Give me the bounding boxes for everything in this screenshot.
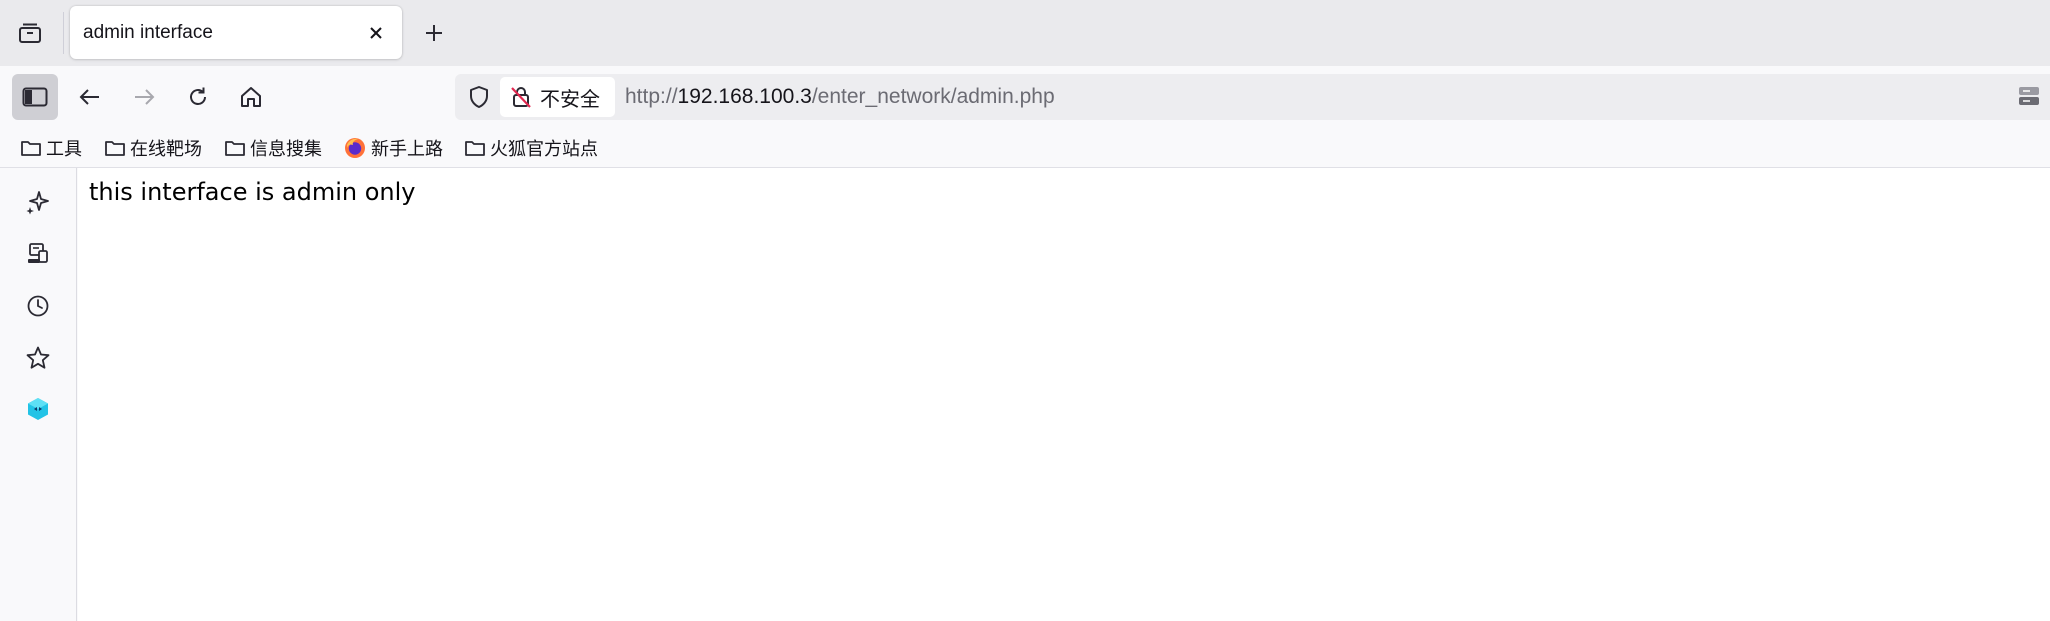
history-icon [27,295,49,317]
close-icon [370,27,382,39]
forward-button[interactable] [121,74,167,120]
security-label: 不安全 [540,88,600,111]
extension-button[interactable] [2014,81,2044,111]
site-security-button[interactable]: 不安全 [500,77,615,117]
folder-icon [20,138,42,158]
tab-close-button[interactable] [362,19,390,47]
bookmark-label: 在线靶场 [130,139,202,159]
bookmark-firefox-official-folder[interactable]: 火狐官方站点 [460,131,604,165]
url-host: 192.168.100.3 [677,85,812,108]
bookmark-tools-folder[interactable]: 工具 [16,131,88,165]
bookmarks-button[interactable] [19,339,57,377]
bookmark-info-gathering-folder[interactable]: 信息搜集 [220,131,328,165]
extension-sidebar-button[interactable] [19,390,57,428]
bookmark-label: 工具 [46,139,82,159]
page-content: this interface is admin only [78,168,2050,621]
history-button[interactable] [19,287,57,325]
navigation-toolbar: 不安全 http://192.168.100.3/enter_network/a… [0,66,2050,128]
extension-cube-icon [28,398,48,420]
tab-separator [63,12,64,54]
url-text[interactable]: http://192.168.100.3/enter_network/admin… [625,74,1055,120]
folder-icon [224,138,246,158]
sidebar-toggle-button[interactable] [12,74,58,120]
tracking-protection-button[interactable] [461,79,497,115]
bookmark-label: 信息搜集 [250,139,322,159]
bookmarks-star-icon [26,346,50,369]
folder-icon [104,138,126,158]
tab-list-icon [19,23,41,43]
url-path: /enter_network/admin.php [811,85,1055,108]
insecure-lock-icon [511,87,531,108]
home-icon [241,87,261,107]
bookmarks-toolbar: 工具 在线靶场 信息搜集 新手上路 火狐官方站点 [0,128,2050,168]
ai-chatbot-button[interactable] [19,183,57,221]
plus-icon [426,25,442,41]
sidebar-toggle-icon [22,87,48,107]
list-all-tabs-button[interactable] [12,17,48,49]
firefox-icon [343,136,367,160]
reload-icon [190,87,206,105]
reload-button[interactable] [175,74,221,120]
ai-sparkle-icon [26,191,49,215]
tab-strip: admin interface [0,0,2050,66]
new-tab-button[interactable] [417,16,451,50]
folder-icon [464,138,486,158]
page-message: this interface is admin only [89,178,416,206]
bookmark-online-range-folder[interactable]: 在线靶场 [100,131,208,165]
bookmark-label: 火狐官方站点 [490,139,598,159]
shield-icon [470,86,488,108]
arrow-right-icon [135,89,155,105]
url-scheme: http:// [625,85,678,108]
sidebar [0,168,77,621]
tab-active[interactable]: admin interface [70,6,402,59]
network-drive-icon [2019,87,2039,105]
url-bar[interactable]: 不安全 http://192.168.100.3/enter_network/a… [455,74,2050,120]
home-button[interactable] [228,74,274,120]
arrow-left-icon [79,89,99,105]
tab-title: admin interface [83,22,213,43]
synced-tabs-icon [28,243,48,263]
bookmark-label: 新手上路 [371,139,443,159]
back-button[interactable] [67,74,113,120]
bookmark-getting-started[interactable]: 新手上路 [339,131,449,165]
synced-tabs-button[interactable] [19,235,57,273]
